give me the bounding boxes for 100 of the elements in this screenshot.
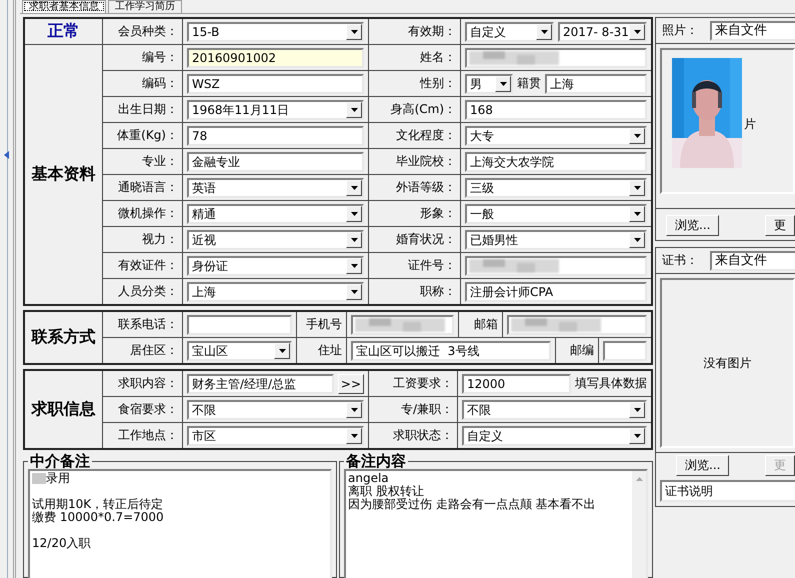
dropdown-button[interactable] <box>346 24 362 40</box>
dropdown-field[interactable]: 精通 <box>187 204 364 224</box>
memo-line: 试用期10K，转正后待定 <box>32 498 164 511</box>
caret-down-icon <box>278 348 286 352</box>
browse-button[interactable]: 浏览... <box>676 455 730 476</box>
dropdown-button[interactable] <box>346 428 362 444</box>
text-field[interactable]: 12000 <box>462 374 571 394</box>
caret-down-icon <box>350 108 358 112</box>
field-label: 住址 <box>318 342 342 359</box>
field-label: 编号： <box>142 49 178 66</box>
field-label: 工作地点： <box>118 427 178 444</box>
dropdown-field[interactable]: 自定义 <box>462 426 647 446</box>
dropdown-field[interactable]: 2017- 8-31 <box>558 22 647 42</box>
caret-down-icon <box>634 134 640 138</box>
dropdown-field[interactable]: 自定义 <box>465 22 554 42</box>
dropdown-field[interactable]: 宝山区 <box>187 340 292 360</box>
text-field[interactable] <box>603 340 647 360</box>
field-label: 微机操作： <box>118 205 178 222</box>
scrollbar[interactable] <box>632 471 646 578</box>
dropdown-button[interactable] <box>629 232 645 248</box>
field-label: 出生日期： <box>118 101 178 118</box>
dropdown-field[interactable]: 不限 <box>462 400 647 420</box>
text-field[interactable]: 金融专业 <box>187 152 364 172</box>
memo-field[interactable]: 录用 试用期10K，转正后待定 缴费 10000*0.7=7000 12/20入职 <box>28 469 332 578</box>
dropdown-button[interactable] <box>629 428 645 444</box>
dropdown-button[interactable] <box>346 102 362 118</box>
text-field[interactable]: 注册会计师CPA <box>465 282 647 302</box>
memo-line: 录用 <box>46 472 70 485</box>
dropdown-field[interactable]: 1968年11月11日 <box>187 100 364 120</box>
field-label: 编码： <box>142 75 178 92</box>
text-field[interactable]: 上海 <box>545 74 647 94</box>
dropdown-button[interactable] <box>629 180 645 196</box>
text-field[interactable] <box>187 314 292 334</box>
dropdown-field[interactable]: 英语 <box>187 178 364 198</box>
dropdown-field[interactable]: 15-B <box>187 22 364 42</box>
dropdown-field[interactable]: 一般 <box>465 204 647 224</box>
dropdown-button[interactable] <box>346 232 362 248</box>
browse-button[interactable]: 浏览... <box>666 215 720 236</box>
field-label: 形象： <box>420 205 456 222</box>
text-field[interactable] <box>465 48 647 68</box>
dropdown-field[interactable]: 来自文件 <box>710 250 795 270</box>
caret-down-icon <box>540 30 548 34</box>
caret-down-icon <box>634 408 640 412</box>
tab[interactable]: 工作学习简历 <box>108 0 182 13</box>
text-field[interactable]: 78 <box>187 126 364 146</box>
dropdown-field[interactable]: 身份证 <box>187 256 364 276</box>
dropdown-field[interactable]: 上海 <box>187 282 364 302</box>
dropdown-field[interactable]: 大专 <box>465 126 647 146</box>
dropdown-button[interactable] <box>346 402 362 418</box>
arrow-left-icon[interactable] <box>4 151 9 159</box>
dropdown-field[interactable]: 不限 <box>187 400 364 420</box>
text-field[interactable]: 宝山区可以搬迁 3号线 <box>351 340 551 360</box>
caret-down-icon <box>500 82 506 86</box>
image-placeholder-text: 没有图片 <box>704 354 752 372</box>
text-field[interactable] <box>507 314 647 334</box>
dropdown-button[interactable] <box>274 342 290 358</box>
dropdown-field[interactable]: 近视 <box>187 230 364 250</box>
dropdown-button[interactable] <box>346 258 362 274</box>
caret-down-icon <box>350 212 358 216</box>
dropdown-button[interactable] <box>629 206 645 222</box>
caret-down-icon <box>350 408 358 412</box>
section-title: 基本资料 <box>30 163 96 185</box>
dropdown-button[interactable] <box>629 402 645 418</box>
field-label: 专/兼职： <box>400 401 453 418</box>
text-field[interactable] <box>351 314 454 334</box>
text-field[interactable]: 168 <box>465 100 647 120</box>
dropdown-field[interactable]: 市区 <box>187 426 364 446</box>
browse-button[interactable]: 更 <box>765 215 795 236</box>
field-label: 体重(Kg)： <box>117 127 178 144</box>
dropdown-field[interactable]: 三级 <box>465 178 647 198</box>
section-title: 求职信息 <box>30 398 96 420</box>
caret-down-icon <box>350 238 358 242</box>
dropdown-button[interactable] <box>536 24 552 40</box>
more-button[interactable]: >> <box>338 374 364 394</box>
field-label: 姓名： <box>420 49 456 66</box>
text-field[interactable]: 财务主管/经理/总监 <box>187 374 334 394</box>
dropdown-button[interactable] <box>629 128 645 144</box>
dropdown-button[interactable] <box>495 76 511 92</box>
dropdown-field[interactable]: 来自文件 <box>710 20 795 40</box>
group-title: 中介备注 <box>29 454 91 469</box>
caret-down-icon <box>634 238 640 242</box>
field-label: 人员分类： <box>118 283 178 300</box>
text-field[interactable]: 20160901002 <box>187 48 364 68</box>
text-field[interactable]: 上海交大农学院 <box>465 152 647 172</box>
text-field[interactable] <box>465 256 647 276</box>
dropdown-button[interactable] <box>346 180 362 196</box>
memo-field[interactable]: angela 离职 股权转让 因为腰部受过伤 走路会有一点点颠 基本看不出 <box>344 469 648 578</box>
field-label: 邮箱 <box>474 316 498 333</box>
memo-line: angela <box>348 472 389 485</box>
dropdown-field[interactable]: 男 <box>465 74 513 94</box>
group-title: 备注内容 <box>344 454 407 469</box>
field-label: 联系电话： <box>118 316 178 333</box>
dropdown-field[interactable]: 已婚男性 <box>465 230 647 250</box>
dropdown-button[interactable] <box>629 24 645 40</box>
dropdown-button[interactable] <box>346 284 362 300</box>
dropdown-button[interactable] <box>346 206 362 222</box>
text-field[interactable]: 证书说明 <box>660 480 795 502</box>
text-field[interactable]: WSZ <box>187 74 364 94</box>
field-label: 证书： <box>662 252 698 269</box>
field-label: 照片： <box>662 22 698 39</box>
